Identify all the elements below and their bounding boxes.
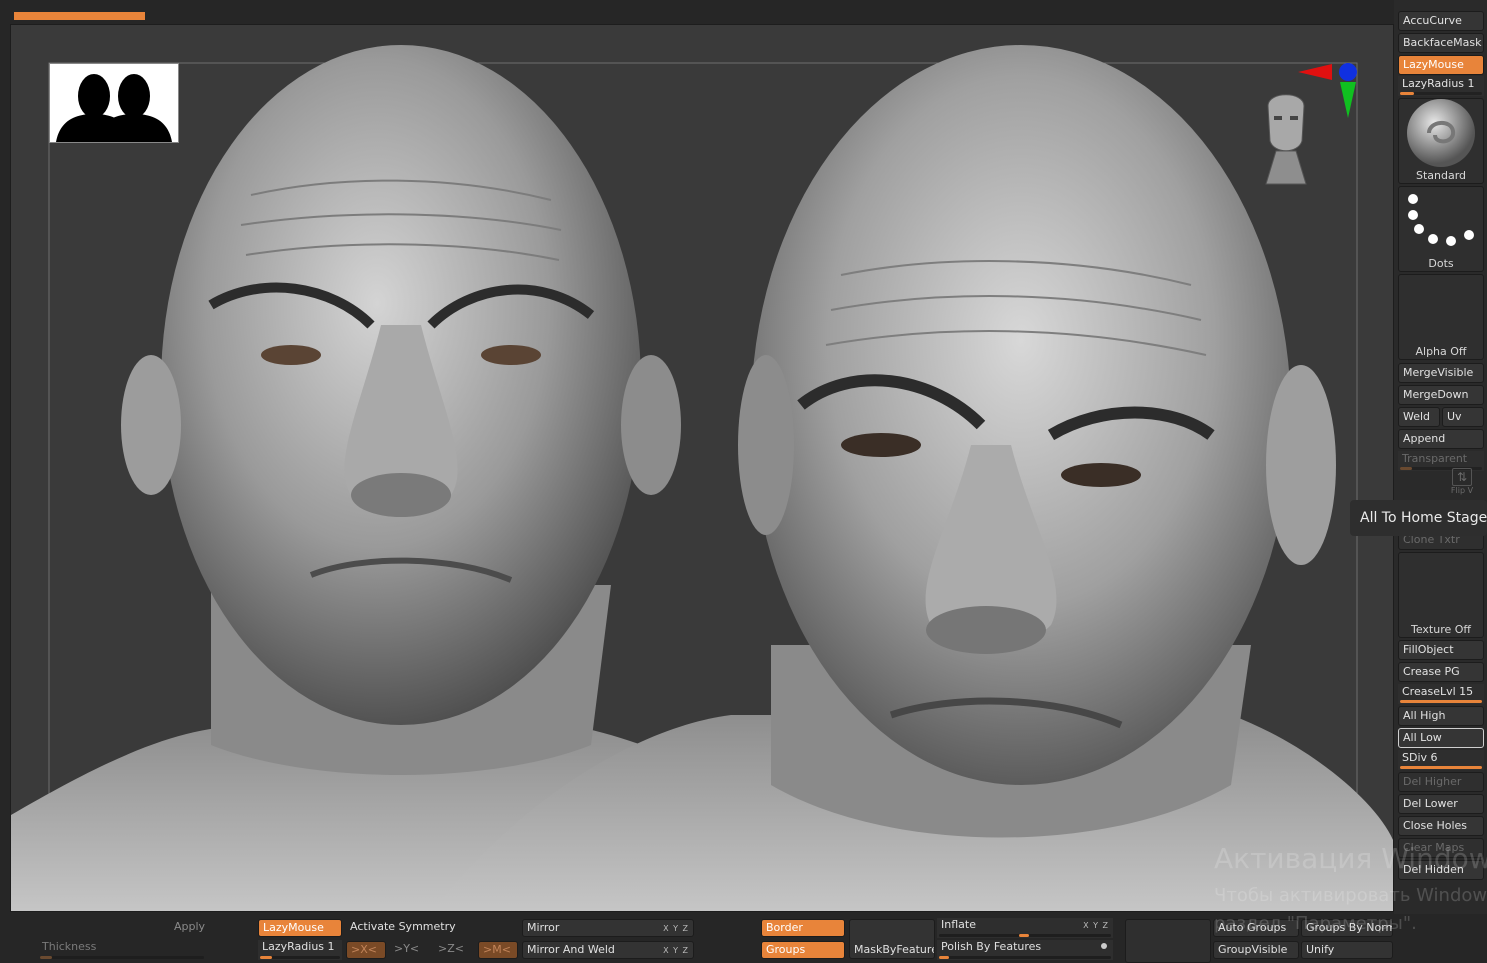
apply-button[interactable]: Apply (170, 919, 252, 937)
flip-v-label: Flip V (1450, 486, 1474, 495)
alpha-label: Alpha Off (1415, 345, 1467, 358)
accucurve-button[interactable]: AccuCurve (1398, 11, 1484, 31)
append-button[interactable]: Append (1398, 429, 1484, 449)
flip-v-button[interactable]: ⇅ Flip V (1450, 468, 1474, 496)
top-progress-bar (14, 12, 145, 20)
mergedown-button[interactable]: MergeDown (1398, 385, 1484, 405)
sculpt-render (11, 45, 1393, 911)
group-visible-button[interactable]: GroupVisible (1213, 941, 1299, 959)
texture-label: Texture Off (1410, 623, 1471, 636)
activation-watermark-text: Чтобы активировать Windows, раздел "Пара… (1214, 882, 1487, 938)
polish-by-features-label: Polish By Features (941, 940, 1042, 953)
sdiv-slider[interactable]: SDiv 6 (1398, 750, 1484, 770)
stroke-label: Dots (1428, 257, 1454, 270)
close-holes-button[interactable]: Close Holes (1398, 816, 1484, 836)
symmetry-x-button[interactable]: >X< (346, 941, 386, 959)
polish-toggle-icon[interactable] (1101, 943, 1107, 949)
uv-button[interactable]: Uv (1442, 407, 1484, 427)
symmetry-z-button[interactable]: >Z< (434, 941, 474, 959)
transparent-label: Transparent (1402, 452, 1468, 465)
mirror-axis-label: X Y Z (663, 924, 689, 933)
activation-watermark-title: Активация Windows (1214, 842, 1487, 875)
brush-label: Standard (1415, 169, 1467, 182)
flip-icon: ⇅ (1452, 468, 1472, 486)
thickness-slider[interactable]: Thickness (38, 940, 206, 960)
axis-gizmo-icon[interactable] (1298, 60, 1358, 120)
border-button[interactable]: Border (761, 919, 845, 937)
inflate-label: Inflate (941, 918, 976, 931)
lazyradius-bottom-slider[interactable]: LazyRadius 1 (258, 940, 342, 960)
stroke-tile[interactable]: Dots (1398, 186, 1484, 272)
all-low-button[interactable]: All Low (1398, 728, 1484, 748)
lazyradius-slider[interactable]: LazyRadius 1 (1398, 76, 1484, 96)
mirror-button[interactable]: Mirror X Y Z (522, 919, 694, 937)
mask-by-feature-button[interactable]: MaskByFeature (849, 919, 935, 959)
all-high-button[interactable]: All High (1398, 706, 1484, 726)
mergevisible-button[interactable]: MergeVisible (1398, 363, 1484, 383)
mirror-and-weld-button[interactable]: Mirror And Weld X Y Z (522, 941, 694, 959)
inflate-slider[interactable]: Inflate X Y Z (937, 918, 1113, 938)
crease-pg-button[interactable]: Crease PG (1398, 662, 1484, 682)
inflate-axis-label: X Y Z (1083, 921, 1109, 930)
canvas-viewport[interactable] (10, 24, 1394, 912)
lazymouse-bottom-button[interactable]: LazyMouse (258, 919, 342, 937)
silhouette-icon (56, 74, 172, 142)
lazyradius-bottom-label: LazyRadius 1 (262, 940, 335, 953)
del-higher-button[interactable]: Del Higher (1398, 772, 1484, 792)
thickness-label: Thickness (42, 940, 97, 953)
mirror-and-weld-label: Mirror And Weld (527, 943, 615, 956)
activation-watermark-line3: раздел "Параметры". (1214, 913, 1417, 934)
texture-tile[interactable]: Texture Off (1398, 552, 1484, 638)
brush-tile[interactable]: Standard (1398, 98, 1484, 184)
mirror-label: Mirror (527, 921, 560, 934)
fillobject-button[interactable]: FillObject (1398, 640, 1484, 660)
unify-button[interactable]: Unify (1301, 941, 1393, 959)
backfacemask-button[interactable]: BackfaceMask (1398, 33, 1484, 53)
symmetry-m-button[interactable]: >M< (478, 941, 518, 959)
creaselvl-slider[interactable]: CreaseLvl 15 (1398, 684, 1484, 704)
lazymouse-button[interactable]: LazyMouse (1398, 55, 1484, 75)
tooltip: All To Home Stage (1350, 500, 1487, 536)
dots-stroke-icon (1408, 194, 1474, 246)
weld-button[interactable]: Weld (1398, 407, 1440, 427)
mirror-weld-axis-label: X Y Z (663, 946, 689, 955)
del-lower-button[interactable]: Del Lower (1398, 794, 1484, 814)
creaselvl-label: CreaseLvl 15 (1402, 685, 1474, 698)
activate-symmetry-button[interactable]: Activate Symmetry (346, 919, 516, 937)
reference-thumbnail[interactable] (49, 63, 179, 143)
sdiv-label: SDiv 6 (1402, 751, 1438, 764)
symmetry-y-button[interactable]: >Y< (390, 941, 430, 959)
alpha-tile[interactable]: Alpha Off (1398, 274, 1484, 360)
polish-by-features-slider[interactable]: Polish By Features (937, 940, 1113, 960)
lazyradius-label: LazyRadius 1 (1402, 77, 1475, 90)
groups-button[interactable]: Groups (761, 941, 845, 959)
polymesh-tile[interactable] (1125, 919, 1211, 963)
standard-brush-icon (1407, 99, 1475, 167)
activation-watermark-line2: Чтобы активировать Windows, (1214, 885, 1487, 906)
